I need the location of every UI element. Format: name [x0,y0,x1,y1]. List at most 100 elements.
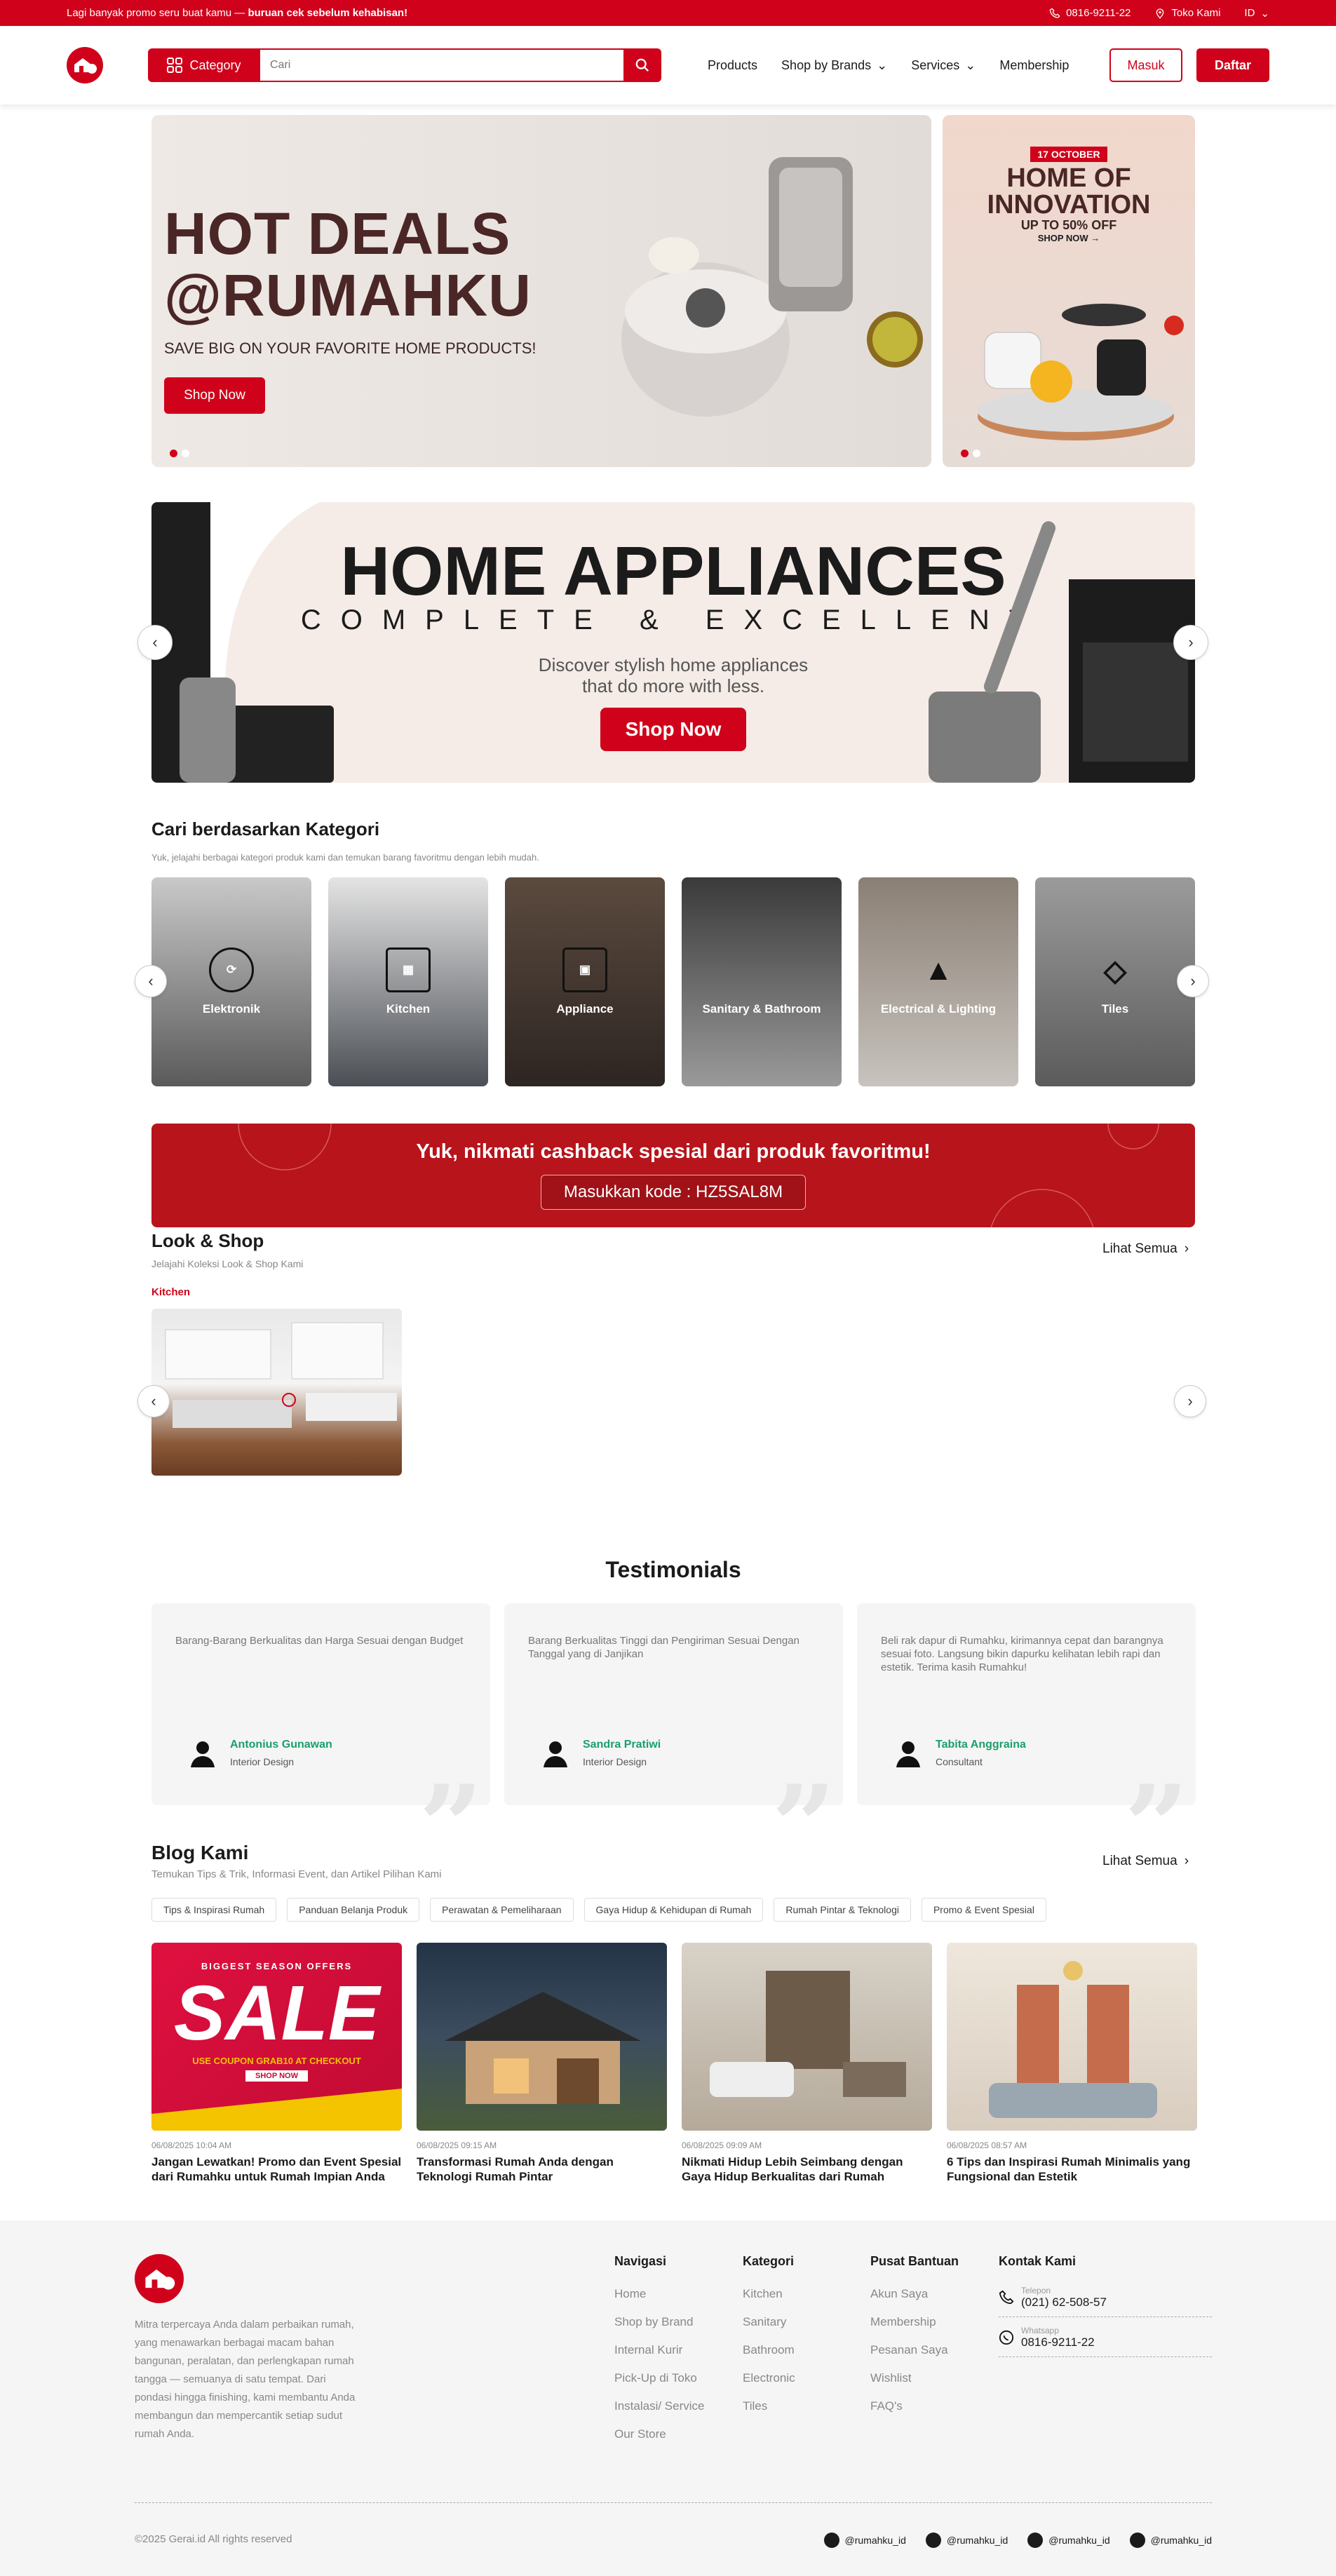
nav-brands-label: Shop by Brands [781,58,872,72]
appliance-shop-button[interactable]: Shop Now [600,708,746,751]
category-card-sanitary[interactable]: Sanitary & Bathroom [682,877,842,1086]
nav-membership[interactable]: Membership [999,58,1069,73]
language-select[interactable]: ID ⌄ [1244,7,1269,20]
chip-rumah-pintar[interactable]: Rumah Pintar & Teknologi [774,1898,911,1922]
blog-date: 06/08/2025 10:04 AM [151,2140,232,2150]
testimonial-name: Antonius Gunawan [230,1739,332,1751]
hero-shop-button[interactable]: Shop Now [164,377,265,414]
nav-brands[interactable]: Shop by Brands ⌄ [781,58,887,73]
whatsapp-icon [999,2330,1014,2345]
banner-next-button[interactable]: › [1173,625,1208,660]
quote-icon: ” [771,1760,836,1892]
footer-link[interactable]: FAQ's [870,2399,959,2413]
look-shop-image[interactable] [151,1309,402,1476]
phone-link[interactable]: 0816-9211-22 [1049,7,1131,19]
blog-see-all[interactable]: Lihat Semua › [1102,1854,1189,1869]
blog-post-title[interactable]: Nikmati Hidup Lebih Seimbang dengan Gaya… [682,2154,932,2184]
footer-link[interactable]: Bathroom [743,2343,795,2357]
store-link[interactable]: Toko Kami [1154,7,1220,19]
nav-services[interactable]: Services ⌄ [911,58,976,73]
chip-tips[interactable]: Tips & Inspirasi Rumah [151,1898,277,1922]
footer-logo[interactable] [135,2254,184,2303]
category-button[interactable]: Category [148,48,260,82]
footer-link[interactable]: Pick-Up di Toko [614,2371,705,2385]
contact-whatsapp[interactable]: Whatsapp 0816-9211-22 [999,2317,1212,2357]
category-section-title: Cari berdasarkan Kategori [151,818,380,839]
blog-post-title[interactable]: Transformasi Rumah Anda dengan Teknologi… [417,2154,667,2184]
appliance-icon: ▣ [562,948,607,992]
nav-products[interactable]: Products [708,58,757,73]
look-shop-tab-kitchen[interactable]: Kitchen [151,1286,190,1298]
chevron-right-icon: › [1187,1392,1193,1410]
footer-link[interactable]: Internal Kurir [614,2343,705,2357]
look-shop-see-all[interactable]: Lihat Semua › [1102,1241,1189,1257]
house-photo [445,1992,641,2104]
search-button[interactable] [623,48,661,82]
social-facebook[interactable]: @rumahku_id [1129,2533,1212,2548]
blog-post-title[interactable]: 6 Tips dan Inspirasi Rumah Minimalis yan… [947,2154,1197,2184]
side-banner-cta[interactable]: SHOP NOW → [943,233,1195,243]
hero-banner[interactable]: HOT DEALS @RUMAHKU SAVE BIG ON YOUR FAVOR… [151,115,931,467]
footer-link[interactable]: Instalasi/ Service [614,2399,705,2413]
blog-post-title[interactable]: Jangan Lewatkan! Promo dan Event Spesial… [151,2154,402,2184]
category-card-appliance[interactable]: ▣ Appliance [505,877,665,1086]
category-label: Sanitary & Bathroom [702,1002,821,1016]
category-card-elektronik[interactable]: ⟳ Elektronik [151,877,311,1086]
chip-perawatan[interactable]: Perawatan & Pemeliharaan [430,1898,574,1922]
login-button[interactable]: Masuk [1109,48,1182,82]
side-banner[interactable]: 17 OCTOBER HOME OF INNOVATION UP TO 50% … [943,115,1195,467]
category-card-electrical[interactable]: ▲ Electrical & Lighting [858,877,1018,1086]
footer-link[interactable]: Electronic [743,2371,795,2385]
promo-bar: Lagi banyak promo seru buat kamu — burua… [0,0,1336,26]
testimonial-card: Barang-Barang Berkualitas dan Harga Sesu… [151,1603,490,1882]
blog-post[interactable]: BIGGEST SEASON OFFERS SALE USE COUPON GR… [151,1943,402,2184]
blog-post[interactable]: 06/08/2025 09:15 AM Transformasi Rumah An… [417,1943,667,2184]
footer-link[interactable]: Akun Saya [870,2287,959,2301]
social-handle: @rumahku_id [946,2535,1008,2546]
dot[interactable] [973,450,980,457]
social-instagram[interactable]: @rumahku_id [823,2533,906,2548]
blog-post[interactable]: 06/08/2025 09:09 AM Nikmati Hidup Lebih S… [682,1943,932,2184]
main-header: Category Products Shop by Brands ⌄ Servic… [0,26,1336,104]
category-next-button[interactable]: › [1177,965,1209,997]
dot-active[interactable] [170,450,177,457]
social-tiktok[interactable]: @rumahku_id [925,2533,1008,2548]
blog-image [947,1943,1197,2131]
footer-link[interactable]: Wishlist [870,2371,959,2385]
chevron-down-icon: ⌄ [965,58,976,72]
cashback-code[interactable]: Masukkan kode : HZ5SAL8M [540,1175,807,1210]
category-label: Elektronik [202,1002,261,1016]
dot-active[interactable] [961,450,969,457]
banner-prev-button[interactable]: ‹ [137,625,173,660]
appliance-banner[interactable]: HOME APPLIANCES COMPLETE & EXCELLENT Dis… [151,502,1195,783]
category-carousel: ⟳ Elektronik ▦ Kitchen ▣ Appliance Sanitary… [151,877,1195,1086]
footer-link[interactable]: Home [614,2287,705,2301]
social-youtube[interactable]: @rumahku_id [1027,2533,1110,2548]
look-shop-next-button[interactable]: › [1174,1385,1206,1417]
testimonial-text: Beli rak dapur di Rumahku, kirimannya ce… [881,1635,1163,1673]
chip-gaya-hidup[interactable]: Gaya Hidup & Kehidupan di Rumah [583,1898,764,1922]
category-card-kitchen[interactable]: ▦ Kitchen [328,877,488,1086]
footer-link[interactable]: Sanitary [743,2315,795,2329]
chip-panduan[interactable]: Panduan Belanja Produk [287,1898,420,1922]
blog-post[interactable]: 06/08/2025 08:57 AM 6 Tips dan Inspirasi … [947,1943,1197,2184]
chip-promo[interactable]: Promo & Event Spesial [921,1898,1046,1922]
quote-icon: ” [418,1760,483,1892]
site-logo[interactable] [67,47,103,83]
register-button[interactable]: Daftar [1196,48,1269,82]
category-label: Appliance [556,1002,614,1016]
footer-link[interactable]: Shop by Brand [614,2315,705,2329]
footer-link[interactable]: Membership [870,2315,959,2329]
dot[interactable] [182,450,189,457]
category-card-tiles[interactable]: ◇ Tiles [1035,877,1195,1086]
footer-link[interactable]: Our Store [614,2427,705,2441]
search-icon [635,58,649,72]
footer-link[interactable]: Tiles [743,2399,795,2413]
footer-link[interactable]: Pesanan Saya [870,2343,959,2357]
search-input[interactable] [270,59,623,72]
footer-link[interactable]: Kitchen [743,2287,795,2301]
category-prev-button[interactable]: ‹ [135,965,167,997]
social-handle: @rumahku_id [844,2535,906,2546]
look-shop-prev-button[interactable]: ‹ [137,1385,170,1417]
contact-phone[interactable]: Telepon (021) 62-508-57 [999,2277,1212,2317]
